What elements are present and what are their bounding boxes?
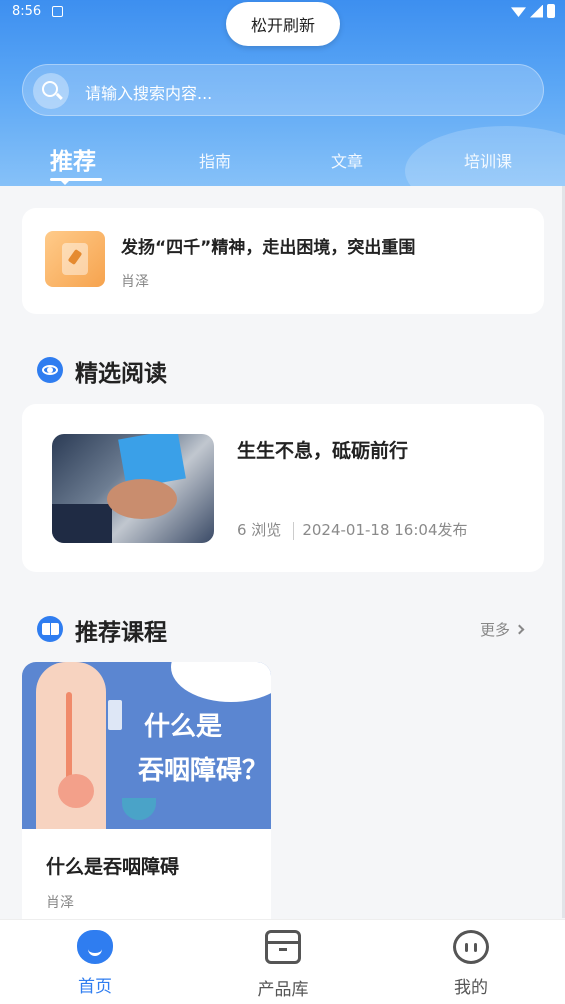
bottom-nav: 首页 产品库 我的 [0,919,565,1004]
tab-articles[interactable]: 文章 [331,148,363,172]
bowl-icon [122,798,156,820]
publish-time: 2024-01-18 16:04发布 [302,521,468,539]
course-card[interactable]: 什么是 吞咽障碍？ 什么是吞咽障碍 肖泽 [22,662,271,922]
nav-products[interactable]: 产品库 [223,920,343,1004]
nav-home-label[interactable]: 首页 [35,972,155,997]
featured-meta: 6 浏览 2024-01-18 16:04发布 [237,519,467,540]
tab-training[interactable]: 培训课 [464,148,512,172]
course-banner: 什么是 吞咽障碍？ [22,662,271,829]
courses-section-title: 推荐课程 [75,620,167,646]
tab-recommend[interactable]: 推荐 [50,142,96,176]
wifi-icon [511,7,526,17]
cell-signal-icon [530,4,543,18]
nav-home[interactable]: 首页 [35,920,155,1004]
article-title: 发扬“四千”精神，走出困境，突出重围 [121,238,416,258]
banner-text-line2: 吞咽障碍？ [138,756,269,786]
featured-photo [52,434,214,543]
course-title: 什么是吞咽障碍 [46,856,180,878]
article-thumbnail [45,231,105,287]
chevron-right-icon[interactable] [514,624,525,635]
top-article-card[interactable]: 发扬“四千”精神，走出困境，突出重围 肖泽 [22,208,544,314]
status-time: 8:56 [12,4,42,19]
tab-guide[interactable]: 指南 [199,148,231,172]
category-tabs: 推荐 指南 文章 培训课 [0,138,565,186]
nav-mine-label[interactable]: 我的 [411,973,531,998]
notification-icon [52,6,63,17]
view-count: 6 浏览 [237,521,282,539]
search-icon[interactable] [33,73,69,109]
face-icon[interactable] [453,930,489,964]
banner-text-line1: 什么是 [144,712,223,742]
article-author: 肖泽 [121,274,149,290]
search-placeholder[interactable]: 请输入搜索内容... [85,80,212,104]
featured-title: 生生不息，砥砺前行 [237,440,409,462]
notebook-icon [62,243,88,275]
nav-mine[interactable]: 我的 [411,920,531,1004]
box-icon[interactable] [265,930,301,964]
battery-icon [547,4,555,18]
home-icon[interactable] [77,930,113,964]
book-icon [37,616,63,642]
status-icons [511,4,555,18]
search-bar[interactable]: 请输入搜索内容... [22,64,544,116]
course-author: 肖泽 [46,895,74,911]
more-label[interactable]: 更多 [480,619,510,640]
nav-products-label[interactable]: 产品库 [223,975,343,1000]
eye-icon [37,357,63,383]
active-tab-caret [61,181,69,185]
active-tab-indicator [50,178,102,181]
pull-refresh-hint: 松开刷新 [226,2,340,46]
meta-divider [293,521,295,540]
water-glass-icon [108,700,122,730]
more-courses-link[interactable]: 更多 [480,619,525,640]
featured-section-title: 精选阅读 [75,361,167,387]
featured-article-card[interactable]: 生生不息，砥砺前行 6 浏览 2024-01-18 16:04发布 [22,404,544,572]
